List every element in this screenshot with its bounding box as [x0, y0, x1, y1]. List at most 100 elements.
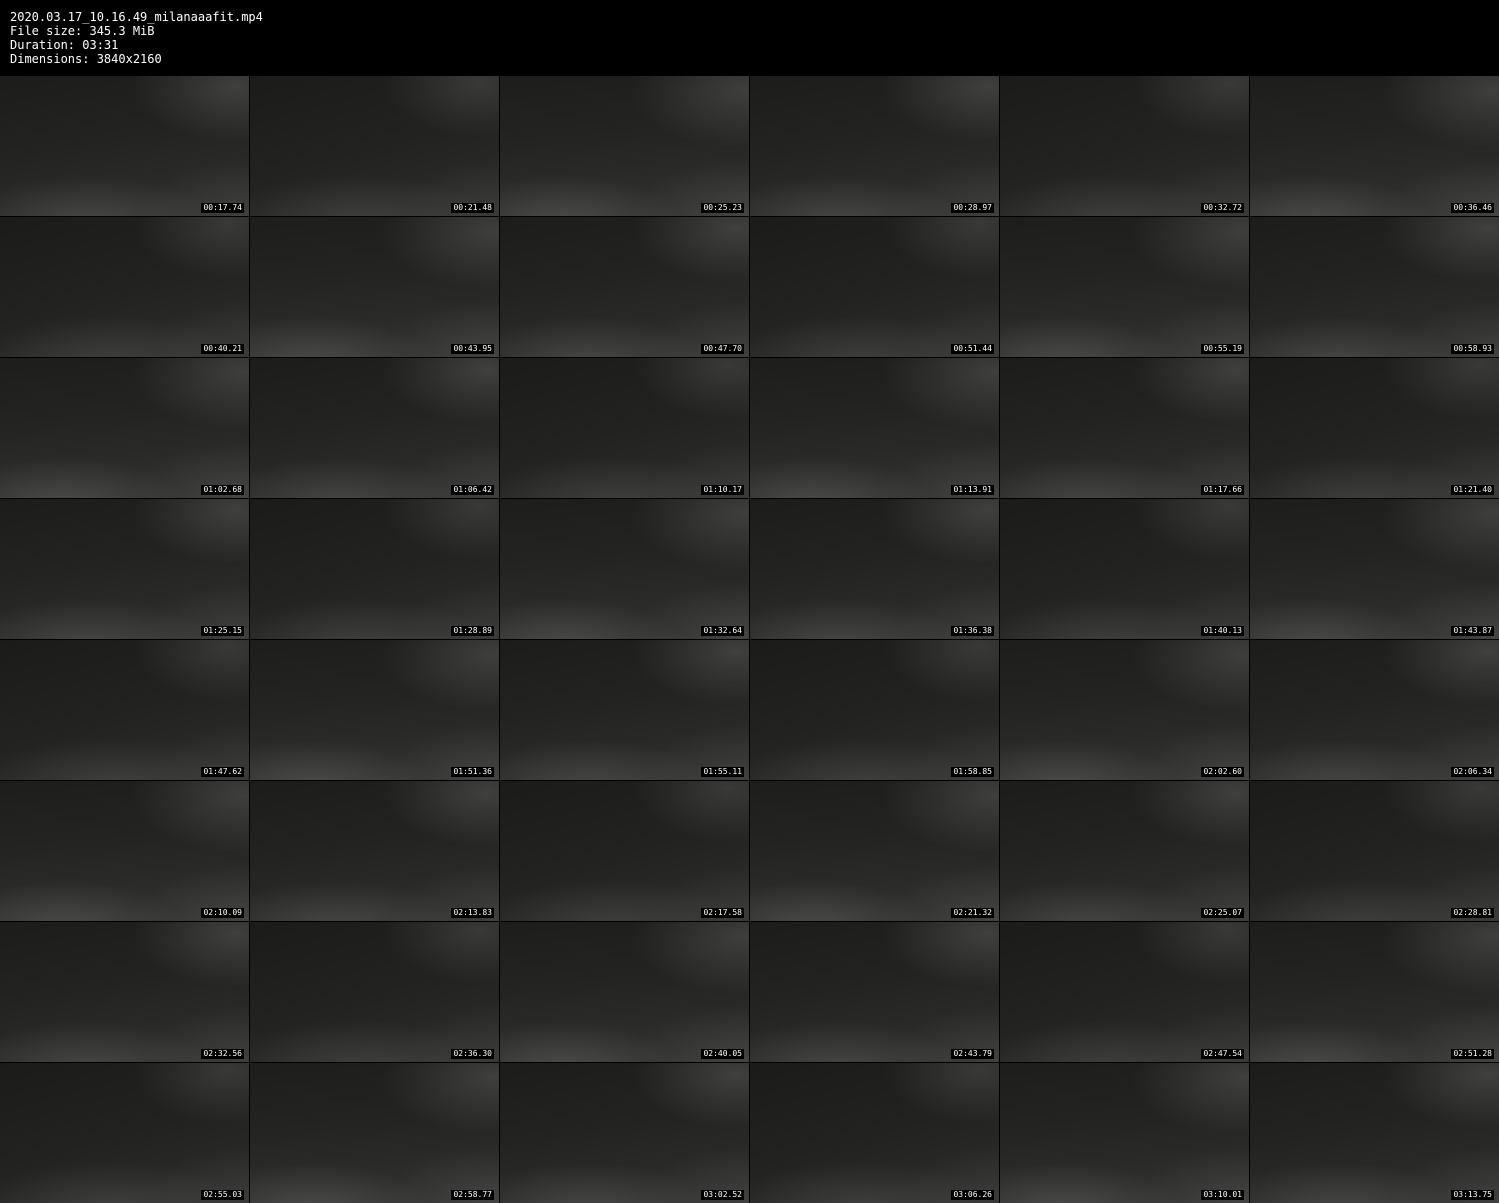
video-thumbnail: 01:43.87: [1250, 499, 1499, 639]
video-thumbnail: 01:58.85: [750, 640, 999, 780]
thumbnail-timestamp: 01:47.62: [201, 767, 244, 777]
video-thumbnail: 01:17.66: [1000, 358, 1249, 498]
video-thumbnail: 00:43.95: [250, 217, 499, 357]
thumbnail-timestamp: 03:02.52: [701, 1190, 744, 1200]
video-thumbnail: 01:36.38: [750, 499, 999, 639]
video-thumbnail: 00:28.97: [750, 76, 999, 216]
thumbnail-timestamp: 01:21.40: [1451, 485, 1494, 495]
video-thumbnail: 01:40.13: [1000, 499, 1249, 639]
video-file-size: File size: 345.3 MiB: [10, 24, 155, 38]
video-thumbnail: 00:21.48: [250, 76, 499, 216]
video-thumbnail: 00:25.23: [500, 76, 749, 216]
thumbnail-timestamp: 01:13.91: [951, 485, 994, 495]
video-thumbnail: 02:28.81: [1250, 781, 1499, 921]
thumbnail-timestamp: 02:55.03: [201, 1190, 244, 1200]
thumbnail-timestamp: 00:21.48: [451, 203, 494, 213]
video-thumbnail: 01:10.17: [500, 358, 749, 498]
video-thumbnail: 02:55.03: [0, 1063, 249, 1203]
video-thumbnail: 02:25.07: [1000, 781, 1249, 921]
thumbnail-timestamp: 01:28.89: [451, 626, 494, 636]
thumbnail-timestamp: 01:10.17: [701, 485, 744, 495]
thumbnail-timestamp: 00:51.44: [951, 344, 994, 354]
thumbnail-timestamp: 01:51.36: [451, 767, 494, 777]
video-thumbnail: 02:47.54: [1000, 922, 1249, 1062]
thumbnail-timestamp: 02:36.30: [451, 1049, 494, 1059]
thumbnail-timestamp: 02:10.09: [201, 908, 244, 918]
video-info-header: 2020.03.17_10.16.49_milanaaafit.mp4 File…: [0, 0, 1499, 76]
video-thumbnail: 01:28.89: [250, 499, 499, 639]
thumbnail-grid: 00:17.74 00:21.48 00:25.23 00:28.97 00:32.72…: [0, 76, 1499, 1203]
thumbnail-timestamp: 02:43.79: [951, 1049, 994, 1059]
thumbnail-timestamp: 01:43.87: [1451, 626, 1494, 636]
thumbnail-timestamp: 01:36.38: [951, 626, 994, 636]
video-thumbnail: 02:17.58: [500, 781, 749, 921]
video-thumbnail: 03:02.52: [500, 1063, 749, 1203]
video-thumbnail: 02:43.79: [750, 922, 999, 1062]
video-thumbnail: 03:06.26: [750, 1063, 999, 1203]
video-thumbnail: 03:10.01: [1000, 1063, 1249, 1203]
thumbnail-timestamp: 00:25.23: [701, 203, 744, 213]
video-thumbnail: 02:10.09: [0, 781, 249, 921]
video-thumbnail: 02:32.56: [0, 922, 249, 1062]
thumbnail-timestamp: 00:17.74: [201, 203, 244, 213]
thumbnail-timestamp: 02:32.56: [201, 1049, 244, 1059]
thumbnail-timestamp: 02:51.28: [1451, 1049, 1494, 1059]
thumbnail-timestamp: 02:40.05: [701, 1049, 744, 1059]
thumbnail-timestamp: 01:06.42: [451, 485, 494, 495]
video-thumbnail: 00:32.72: [1000, 76, 1249, 216]
thumbnail-timestamp: 02:06.34: [1451, 767, 1494, 777]
thumbnail-timestamp: 01:58.85: [951, 767, 994, 777]
video-thumbnail: 01:02.68: [0, 358, 249, 498]
thumbnail-timestamp: 02:21.32: [951, 908, 994, 918]
video-thumbnail: 00:17.74: [0, 76, 249, 216]
video-thumbnail: 00:55.19: [1000, 217, 1249, 357]
thumbnail-timestamp: 01:55.11: [701, 767, 744, 777]
thumbnail-timestamp: 01:40.13: [1201, 626, 1244, 636]
video-thumbnail: 01:47.62: [0, 640, 249, 780]
video-thumbnail: 00:47.70: [500, 217, 749, 357]
thumbnail-timestamp: 02:02.60: [1201, 767, 1244, 777]
thumbnail-timestamp: 00:43.95: [451, 344, 494, 354]
video-filename: 2020.03.17_10.16.49_milanaaafit.mp4: [10, 10, 263, 24]
thumbnail-timestamp: 01:02.68: [201, 485, 244, 495]
thumbnail-timestamp: 00:58.93: [1451, 344, 1494, 354]
thumbnail-timestamp: 00:36.46: [1451, 203, 1494, 213]
thumbnail-timestamp: 01:17.66: [1201, 485, 1244, 495]
video-duration: Duration: 03:31: [10, 38, 119, 52]
video-thumbnail: 01:25.15: [0, 499, 249, 639]
video-thumbnail: 03:13.75: [1250, 1063, 1499, 1203]
thumbnail-timestamp: 00:55.19: [1201, 344, 1244, 354]
thumbnail-timestamp: 03:06.26: [951, 1190, 994, 1200]
video-thumbnail: 02:51.28: [1250, 922, 1499, 1062]
thumbnail-timestamp: 03:13.75: [1451, 1190, 1494, 1200]
video-thumbnail: 02:21.32: [750, 781, 999, 921]
video-thumbnail: 01:13.91: [750, 358, 999, 498]
thumbnail-timestamp: 00:28.97: [951, 203, 994, 213]
thumbnail-timestamp: 02:13.83: [451, 908, 494, 918]
thumbnail-timestamp: 01:32.64: [701, 626, 744, 636]
thumbnail-timestamp: 02:17.58: [701, 908, 744, 918]
video-thumbnail: 02:58.77: [250, 1063, 499, 1203]
thumbnail-timestamp: 02:28.81: [1451, 908, 1494, 918]
video-thumbnail: 02:06.34: [1250, 640, 1499, 780]
video-thumbnail: 01:06.42: [250, 358, 499, 498]
video-thumbnail: 01:21.40: [1250, 358, 1499, 498]
video-dimensions: Dimensions: 3840x2160: [10, 52, 162, 66]
video-thumbnail: 01:51.36: [250, 640, 499, 780]
video-thumbnail: 01:32.64: [500, 499, 749, 639]
thumbnail-timestamp: 00:47.70: [701, 344, 744, 354]
video-thumbnail: 02:40.05: [500, 922, 749, 1062]
video-thumbnail: 00:40.21: [0, 217, 249, 357]
video-thumbnail: 02:36.30: [250, 922, 499, 1062]
thumbnail-timestamp: 02:47.54: [1201, 1049, 1244, 1059]
thumbnail-timestamp: 02:25.07: [1201, 908, 1244, 918]
video-thumbnail: 01:55.11: [500, 640, 749, 780]
thumbnail-timestamp: 00:40.21: [201, 344, 244, 354]
video-thumbnail: 00:51.44: [750, 217, 999, 357]
video-thumbnail: 02:02.60: [1000, 640, 1249, 780]
video-thumbnail: 02:13.83: [250, 781, 499, 921]
video-thumbnail: 00:36.46: [1250, 76, 1499, 216]
video-thumbnail: 00:58.93: [1250, 217, 1499, 357]
thumbnail-timestamp: 01:25.15: [201, 626, 244, 636]
thumbnail-timestamp: 03:10.01: [1201, 1190, 1244, 1200]
